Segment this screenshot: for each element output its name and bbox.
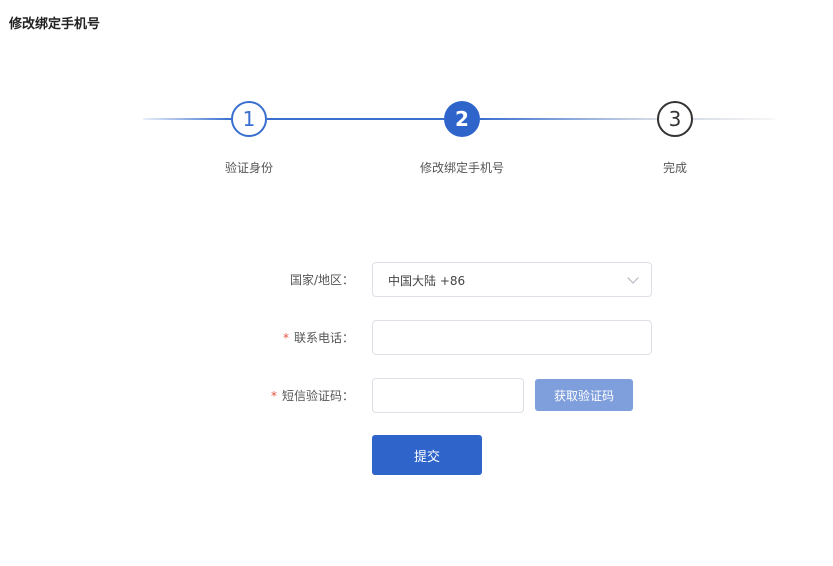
step-1-label: 验证身份 xyxy=(224,161,273,175)
page-title: 修改绑定手机号 xyxy=(9,17,101,32)
required-mark: * xyxy=(282,331,289,345)
stepper-line-trailing xyxy=(693,118,775,120)
stepper-line-1-2 xyxy=(267,118,444,120)
phone-label-text: 联系电话： xyxy=(293,331,354,345)
step-1-circle: 1 xyxy=(231,101,267,137)
stepper-line-2-3 xyxy=(480,118,657,120)
step-2-label: 修改绑定手机号 xyxy=(419,161,504,175)
country-label-text: 国家/地区： xyxy=(289,273,354,287)
country-select[interactable]: 中国大陆 +86 xyxy=(372,262,652,297)
step-3-circle: 3 xyxy=(657,101,693,137)
sms-code-input[interactable] xyxy=(372,378,524,413)
get-code-button[interactable]: 获取验证码 xyxy=(535,379,633,411)
phone-input[interactable] xyxy=(372,320,652,355)
step-3-label: 完成 xyxy=(662,161,687,175)
sms-code-label: * 短信验证码： xyxy=(154,387,354,404)
phone-label: * 联系电话： xyxy=(154,329,354,346)
required-mark: * xyxy=(270,389,277,403)
stepper-line-leading xyxy=(143,118,231,120)
step-2-circle: 2 xyxy=(444,101,480,137)
sms-code-label-text: 短信验证码： xyxy=(281,389,354,403)
submit-button[interactable]: 提交 xyxy=(372,435,482,475)
chevron-down-icon xyxy=(627,272,639,284)
country-label: 国家/地区： xyxy=(154,271,354,288)
bind-phone-page: 修改绑定手机号 1 2 3 验证身份 修改绑定手机号 完成 国家/地区： 中国大… xyxy=(0,0,833,566)
country-select-value: 中国大陆 +86 xyxy=(388,274,466,288)
